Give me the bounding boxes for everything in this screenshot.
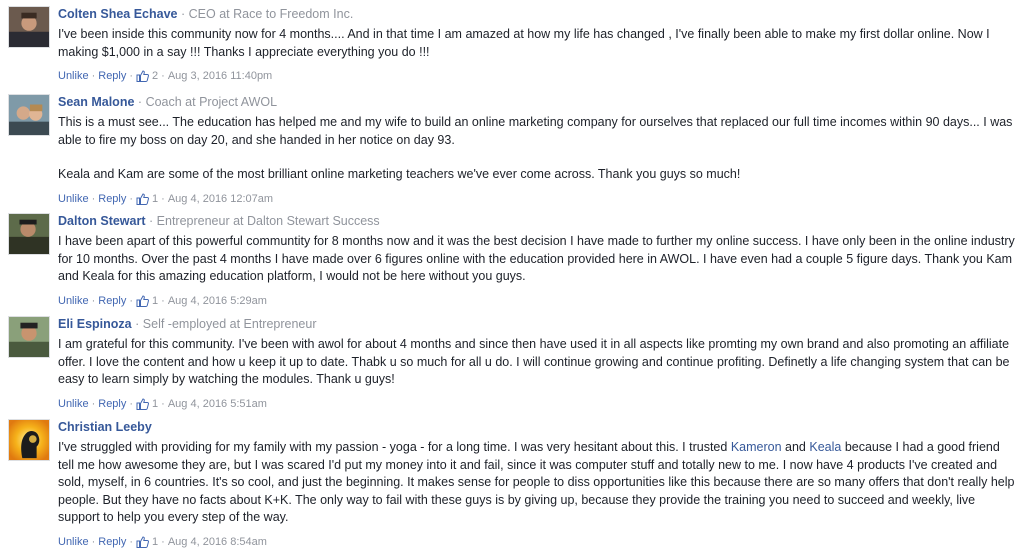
timestamp[interactable]: Aug 4, 2016 5:29am	[168, 294, 267, 308]
author-title: Self -employed at Entrepreneur	[142, 317, 317, 331]
comment-text: I've been inside this community now for …	[58, 27, 990, 59]
separator: ·	[129, 397, 134, 410]
separator: ·	[161, 192, 165, 205]
unlike-link[interactable]: Unlike	[58, 535, 89, 549]
separator: ·	[129, 294, 134, 307]
avatar[interactable]	[8, 419, 50, 461]
author-name[interactable]: Dalton Stewart	[58, 214, 146, 228]
thumbs-up-icon[interactable]	[136, 397, 150, 410]
separator: ·	[180, 7, 186, 21]
separator: ·	[129, 192, 134, 205]
unlike-link[interactable]: Unlike	[58, 192, 89, 206]
separator: ·	[91, 397, 96, 410]
reply-link[interactable]: Reply	[98, 192, 126, 206]
comment-actions: Unlike · Reply · 1 · Aug 4, 2016 8:54am	[58, 535, 1016, 549]
comment-body: This is a must see... The education has …	[58, 114, 1016, 184]
avatar-photo	[9, 317, 49, 357]
avatar-photo	[9, 214, 49, 254]
separator: ·	[129, 535, 134, 548]
separator: ·	[161, 70, 165, 82]
reply-link[interactable]: Reply	[98, 535, 126, 549]
avatar[interactable]	[8, 316, 50, 358]
thumbs-up-icon[interactable]	[136, 294, 150, 307]
avatar[interactable]	[8, 213, 50, 255]
mention-keala[interactable]: Keala	[809, 440, 841, 454]
separator: ·	[161, 535, 165, 548]
comment-text: I've struggled with providing for my fam…	[58, 439, 1016, 527]
timestamp[interactable]: Aug 3, 2016 11:40pm	[168, 69, 272, 83]
separator: ·	[135, 317, 140, 331]
separator: ·	[161, 397, 165, 410]
separator: ·	[91, 192, 96, 205]
comment-body: I am grateful for this community. I've b…	[58, 336, 1016, 389]
unlike-link[interactable]: Unlike	[58, 294, 89, 308]
thumbs-up-icon[interactable]	[136, 535, 150, 548]
mention-kameron[interactable]: Kameron	[731, 440, 782, 454]
avatar[interactable]	[8, 94, 50, 136]
separator: ·	[91, 70, 96, 82]
timestamp[interactable]: Aug 4, 2016 8:54am	[168, 535, 267, 549]
comment-body: I've struggled with providing for my fam…	[58, 439, 1016, 527]
timestamp[interactable]: Aug 4, 2016 12:07am	[168, 192, 273, 206]
avatar-photo	[9, 95, 49, 135]
author-name[interactable]: Christian Leeby	[58, 420, 152, 434]
comment-text: I have been apart of this powerful commu…	[58, 234, 1015, 283]
timestamp[interactable]: Aug 4, 2016 5:51am	[168, 397, 267, 411]
separator: ·	[137, 95, 143, 109]
comment-actions: Unlike · Reply · 2 · Aug 3, 2016 11:40pm	[58, 69, 1016, 83]
reply-link[interactable]: Reply	[98, 69, 126, 83]
thumbs-up-icon[interactable]	[136, 70, 150, 82]
comment-text: I am grateful for this community. I've b…	[58, 337, 1010, 386]
separator: ·	[91, 294, 96, 307]
reply-link[interactable]: Reply	[98, 397, 126, 411]
separator: ·	[149, 214, 154, 228]
reply-link[interactable]: Reply	[98, 294, 126, 308]
author-title: Coach at Project AWOL	[145, 95, 278, 109]
avatar[interactable]	[8, 6, 50, 48]
comment-text: Keala and Kam are some of the most brill…	[58, 167, 741, 181]
separator: ·	[129, 70, 134, 82]
comment-actions: Unlike · Reply · 1 · Aug 4, 2016 5:51am	[58, 397, 1016, 411]
author-name[interactable]: Eli Espinoza	[58, 317, 132, 331]
author-name[interactable]: Colten Shea Echave	[58, 7, 178, 21]
comment-body: I have been apart of this powerful commu…	[58, 233, 1016, 286]
comment-text-part: and	[781, 440, 810, 454]
comment-text-part: I've struggled with providing for my fam…	[58, 440, 731, 454]
comment-actions: Unlike · Reply · 1 · Aug 4, 2016 12:07am	[58, 192, 1016, 206]
avatar-photo	[9, 420, 49, 460]
comment-actions: Unlike · Reply · 1 · Aug 4, 2016 5:29am	[58, 294, 1016, 308]
author-name[interactable]: Sean Malone	[58, 95, 134, 109]
comment-text: This is a must see... The education has …	[58, 115, 1013, 147]
unlike-link[interactable]: Unlike	[58, 397, 89, 411]
separator: ·	[91, 535, 96, 548]
thumbs-up-icon[interactable]	[136, 192, 150, 205]
unlike-link[interactable]: Unlike	[58, 69, 89, 83]
comment-body: I've been inside this community now for …	[58, 26, 1016, 61]
author-title: CEO at Race to Freedom Inc.	[188, 7, 354, 21]
avatar-photo	[9, 7, 49, 47]
author-title: Entrepreneur at Dalton Stewart Success	[156, 214, 380, 228]
separator: ·	[161, 294, 165, 307]
